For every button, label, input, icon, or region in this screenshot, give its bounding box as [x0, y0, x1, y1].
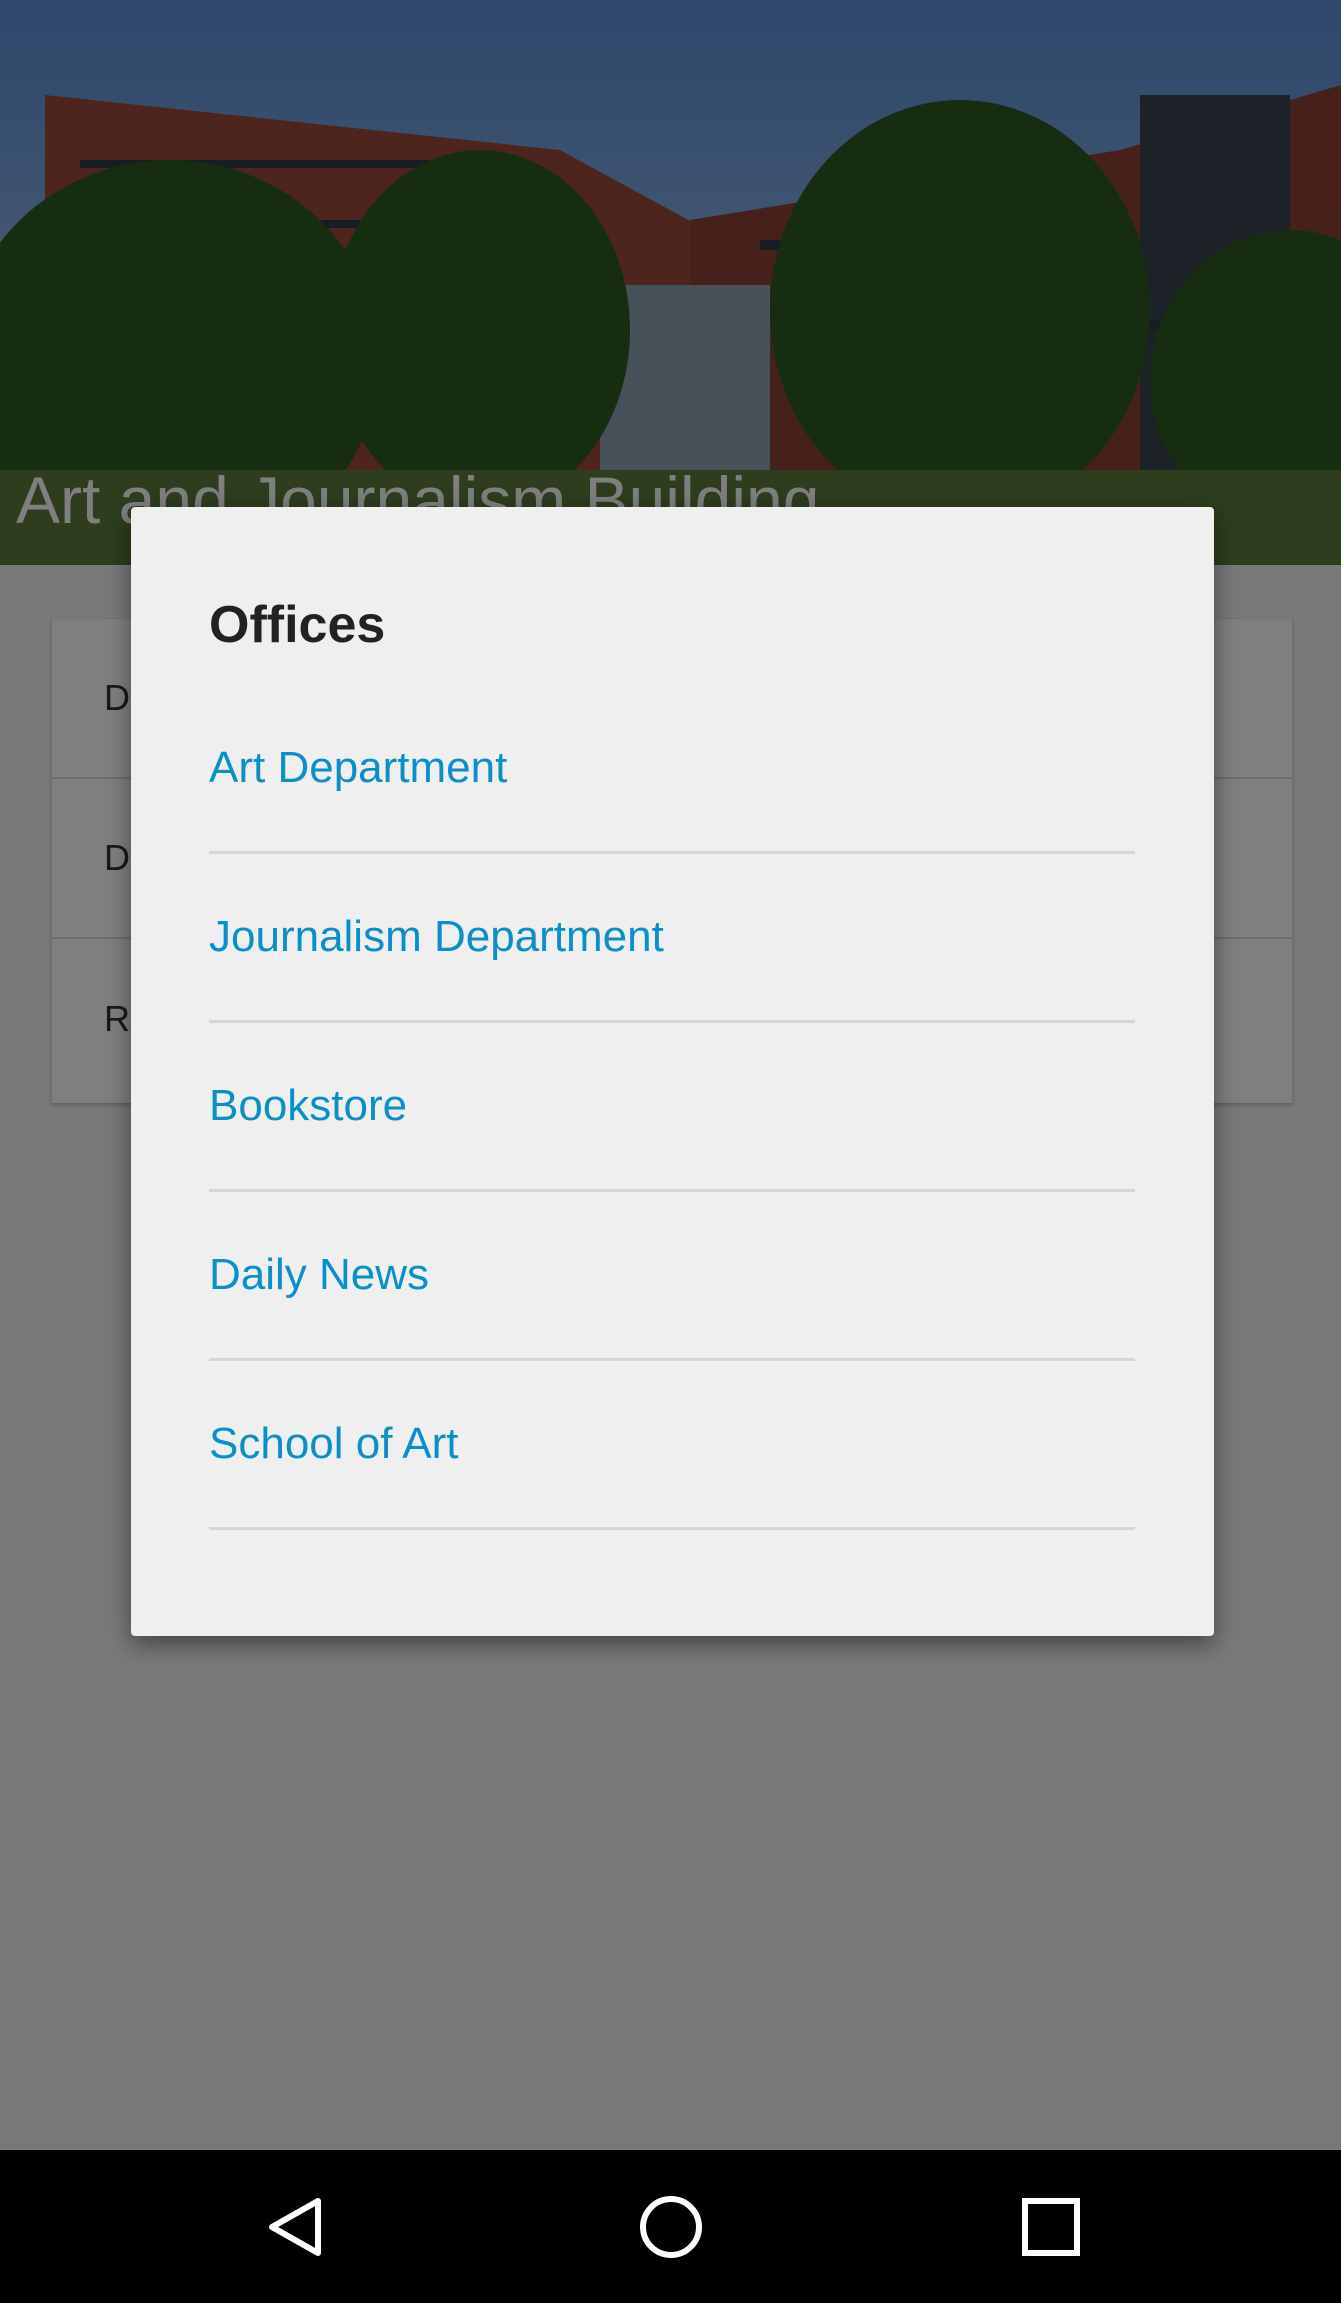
recents-icon[interactable]: [971, 2150, 1131, 2303]
back-icon[interactable]: [216, 2150, 376, 2303]
office-options-list: Art Department Journalism Department Boo…: [209, 685, 1135, 1530]
dialog-title: Offices: [209, 596, 386, 654]
home-icon[interactable]: [591, 2150, 751, 2303]
system-navigation-bar: [0, 2150, 1341, 2303]
option-bookstore[interactable]: Bookstore: [209, 1023, 1135, 1192]
offices-dialog: Offices Art Department Journalism Depart…: [131, 507, 1214, 1636]
option-daily-news[interactable]: Daily News: [209, 1192, 1135, 1361]
option-school-of-art[interactable]: School of Art: [209, 1361, 1135, 1530]
option-journalism-department[interactable]: Journalism Department: [209, 854, 1135, 1023]
option-art-department[interactable]: Art Department: [209, 685, 1135, 854]
